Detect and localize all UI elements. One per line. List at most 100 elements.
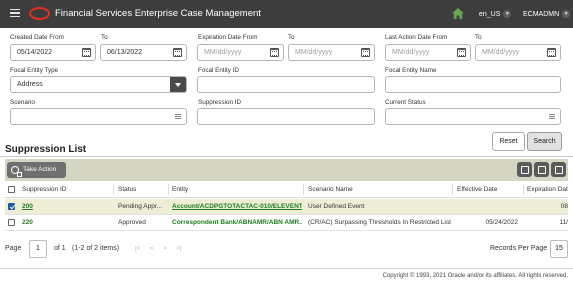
column-divider <box>303 184 304 195</box>
col-suppression-id[interactable]: Suppression ID <box>22 181 92 198</box>
entity-link[interactable]: Account/ACDPGTOTACTAC-010/ELEVENTH <box>172 199 302 215</box>
suppression-list-title: Suppression List <box>5 144 87 155</box>
hamburger-menu-icon[interactable] <box>10 9 20 18</box>
home-icon[interactable] <box>451 7 465 20</box>
calendar-icon[interactable] <box>270 48 279 57</box>
list-picker-icon[interactable] <box>549 114 555 119</box>
section-divider <box>0 156 573 157</box>
expiration-date-to-label: To <box>288 34 295 41</box>
item-count-label: (1-2 of 2 items) <box>72 245 120 252</box>
col-scenario-name[interactable]: Scenario Name <box>308 181 428 198</box>
first-page-icon[interactable]: |< <box>135 245 140 252</box>
grid-header: Suppression ID Status Entity Scenario Na… <box>5 181 568 198</box>
footer-divider <box>0 268 573 269</box>
list-toolbar: Take Action <box>5 159 568 181</box>
effective-date-cell: 05/24/2022 <box>485 219 518 226</box>
created-date-from-input[interactable]: 05/14/2022 <box>10 44 96 61</box>
row-checkbox[interactable] <box>8 219 15 226</box>
scenario-cell: User Defined Event <box>308 203 365 210</box>
status-cell: Pending Appr... <box>118 203 163 210</box>
expiration-date-cell: 11/ <box>559 219 568 226</box>
export-icon[interactable] <box>517 162 532 177</box>
previous-page-icon[interactable]: < <box>150 245 154 252</box>
col-effective-date[interactable]: Effective Date <box>457 181 522 198</box>
expiration-date-from-input[interactable]: MM/dd/yyyy <box>197 44 284 61</box>
dropdown-arrow-icon[interactable] <box>170 77 186 92</box>
records-per-page-input[interactable]: 15 <box>550 240 568 258</box>
scenario-input[interactable] <box>10 108 187 125</box>
take-action-icon <box>11 166 22 177</box>
page-number-input[interactable]: 1 <box>29 240 47 258</box>
focal-entity-name-input[interactable] <box>385 76 561 93</box>
column-divider <box>168 184 169 195</box>
last-action-date-to-label: To <box>475 34 482 41</box>
pagination-bar: Page 1 of 1 (1-2 of 2 items) |< < > >| R… <box>0 240 573 260</box>
focal-entity-type-select[interactable]: Address <box>10 76 187 93</box>
records-per-page-label: Records Per Page <box>490 245 548 252</box>
calendar-icon[interactable] <box>82 48 91 57</box>
row-checkbox[interactable] <box>8 203 15 210</box>
copyright-text: Copyright © 1993, 2021 Oracle and/or its… <box>382 273 568 279</box>
focal-entity-type-value: Address <box>17 81 43 88</box>
suppression-id-label: Suppression ID <box>198 99 242 106</box>
column-divider <box>113 184 114 195</box>
expiration-date-from-label: Expiration Date From <box>198 34 258 41</box>
top-bar: Financial Services Enterprise Case Manag… <box>0 0 573 28</box>
calendar-icon[interactable] <box>457 48 466 57</box>
search-button[interactable]: Search <box>527 132 562 151</box>
entity-link[interactable]: Correspondent Bank/ABNAMR/ABN AMR... <box>172 215 302 231</box>
calendar-icon[interactable] <box>547 48 556 57</box>
suppression-id-link[interactable]: 200 <box>22 199 82 215</box>
list-picker-icon[interactable] <box>175 114 181 119</box>
page-label: Page <box>5 245 22 252</box>
locale-selector[interactable]: en_US ▼ <box>479 10 512 18</box>
chevron-down-icon: ▼ <box>562 10 571 18</box>
focal-entity-id-label: Focal Entity ID <box>198 67 239 74</box>
user-name: ECMADMN <box>523 10 560 18</box>
focal-entity-name-label: Focal Entity Name <box>385 67 437 74</box>
settings-icon[interactable] <box>551 162 566 177</box>
suppression-id-link[interactable]: 220 <box>22 215 82 231</box>
page-of-label: of 1 <box>54 245 66 252</box>
effective-date-cell <box>457 199 522 215</box>
current-status-label: Current Status <box>385 99 426 106</box>
column-divider <box>452 184 453 195</box>
expiration-date-to-input[interactable]: MM/dd/yyyy <box>288 44 375 61</box>
col-status[interactable]: Status <box>118 181 168 198</box>
locale-label: en_US <box>479 10 501 18</box>
refresh-icon[interactable] <box>534 162 549 177</box>
app-title: Financial Services Enterprise Case Manag… <box>55 8 261 19</box>
current-status-input[interactable] <box>385 108 561 125</box>
suppression-id-input[interactable] <box>197 108 375 125</box>
last-action-date-from-input[interactable]: MM/dd/yyyy <box>385 44 471 61</box>
last-action-date-to-placeholder: MM/dd/yyyy <box>482 49 520 56</box>
created-date-to-value: 06/13/2022 <box>107 49 143 56</box>
reset-button[interactable]: Reset <box>492 132 525 151</box>
calendar-icon[interactable] <box>173 48 182 57</box>
take-action-button[interactable]: Take Action <box>7 162 66 178</box>
expiration-date-from-placeholder: MM/dd/yyyy <box>204 49 242 56</box>
col-entity[interactable]: Entity <box>172 181 292 198</box>
status-cell: Approved <box>118 219 146 226</box>
created-date-to-input[interactable]: 06/13/2022 <box>100 44 187 61</box>
calendar-icon[interactable] <box>361 48 370 57</box>
last-action-date-to-input[interactable]: MM/dd/yyyy <box>475 44 561 61</box>
table-row[interactable]: 220 Approved Correspondent Bank/ABNAMR/A… <box>5 215 568 231</box>
expiration-date-cell: 08 <box>560 203 568 210</box>
column-divider <box>523 184 524 195</box>
focal-entity-id-input[interactable] <box>197 76 375 93</box>
take-action-label: Take Action <box>23 166 57 173</box>
select-all-checkbox[interactable] <box>8 186 15 193</box>
scenario-label: Scenario <box>10 99 35 106</box>
created-date-from-value: 05/14/2022 <box>17 49 53 56</box>
next-page-icon[interactable]: > <box>163 245 167 252</box>
chevron-down-icon: ▼ <box>503 10 512 18</box>
col-expiration-date[interactable]: Expiration Dat <box>527 181 568 198</box>
last-action-date-from-placeholder: MM/dd/yyyy <box>392 49 430 56</box>
user-menu[interactable]: ECMADMN ▼ <box>523 10 571 18</box>
oracle-logo <box>29 7 50 20</box>
last-page-icon[interactable]: >| <box>176 245 181 252</box>
table-row[interactable]: 200 Pending Appr... Account/ACDPGTOTACTA… <box>5 199 568 215</box>
expiration-date-to-placeholder: MM/dd/yyyy <box>295 49 333 56</box>
created-date-from-label: Created Date From <box>10 34 64 41</box>
